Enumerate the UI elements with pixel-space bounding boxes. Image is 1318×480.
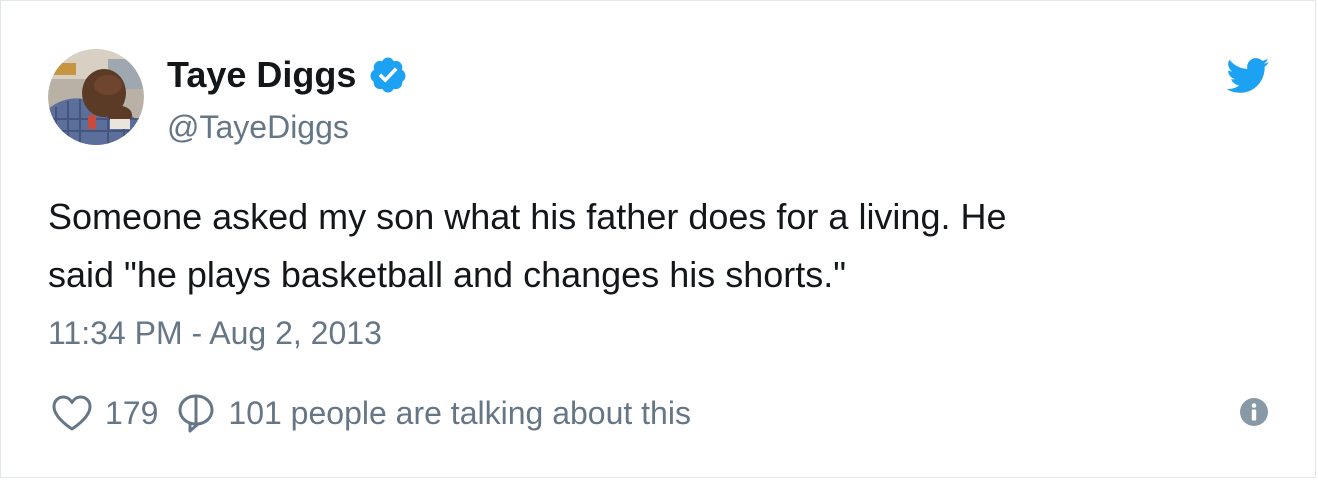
tweet-text: Someone asked my son what his father doe…: [48, 196, 1007, 295]
like-count: 179: [105, 395, 159, 431]
name-row: Taye Diggs: [167, 53, 408, 97]
avatar[interactable]: [48, 49, 144, 145]
reply-button[interactable]: 101 people are talking about this: [176, 392, 691, 434]
user-handle[interactable]: @TayeDiggs: [167, 107, 349, 147]
tweet-timestamp[interactable]: 11:34 PM - Aug 2, 2013: [48, 313, 382, 353]
like-button[interactable]: 179: [51, 393, 158, 433]
speech-bubble-icon: [178, 394, 214, 433]
talking-about-text[interactable]: 101 people are talking about this: [228, 393, 691, 433]
twitter-bird-icon[interactable]: [1226, 58, 1270, 94]
display-name[interactable]: Taye Diggs: [167, 53, 356, 97]
info-icon[interactable]: [1239, 397, 1269, 427]
heart-icon: [52, 395, 92, 431]
tweet-card: Taye Diggs @TayeDiggs Someone asked my s…: [0, 0, 1316, 478]
action-bar: 179 101 people are talking about this: [51, 391, 691, 435]
verified-badge-icon: [370, 57, 406, 93]
